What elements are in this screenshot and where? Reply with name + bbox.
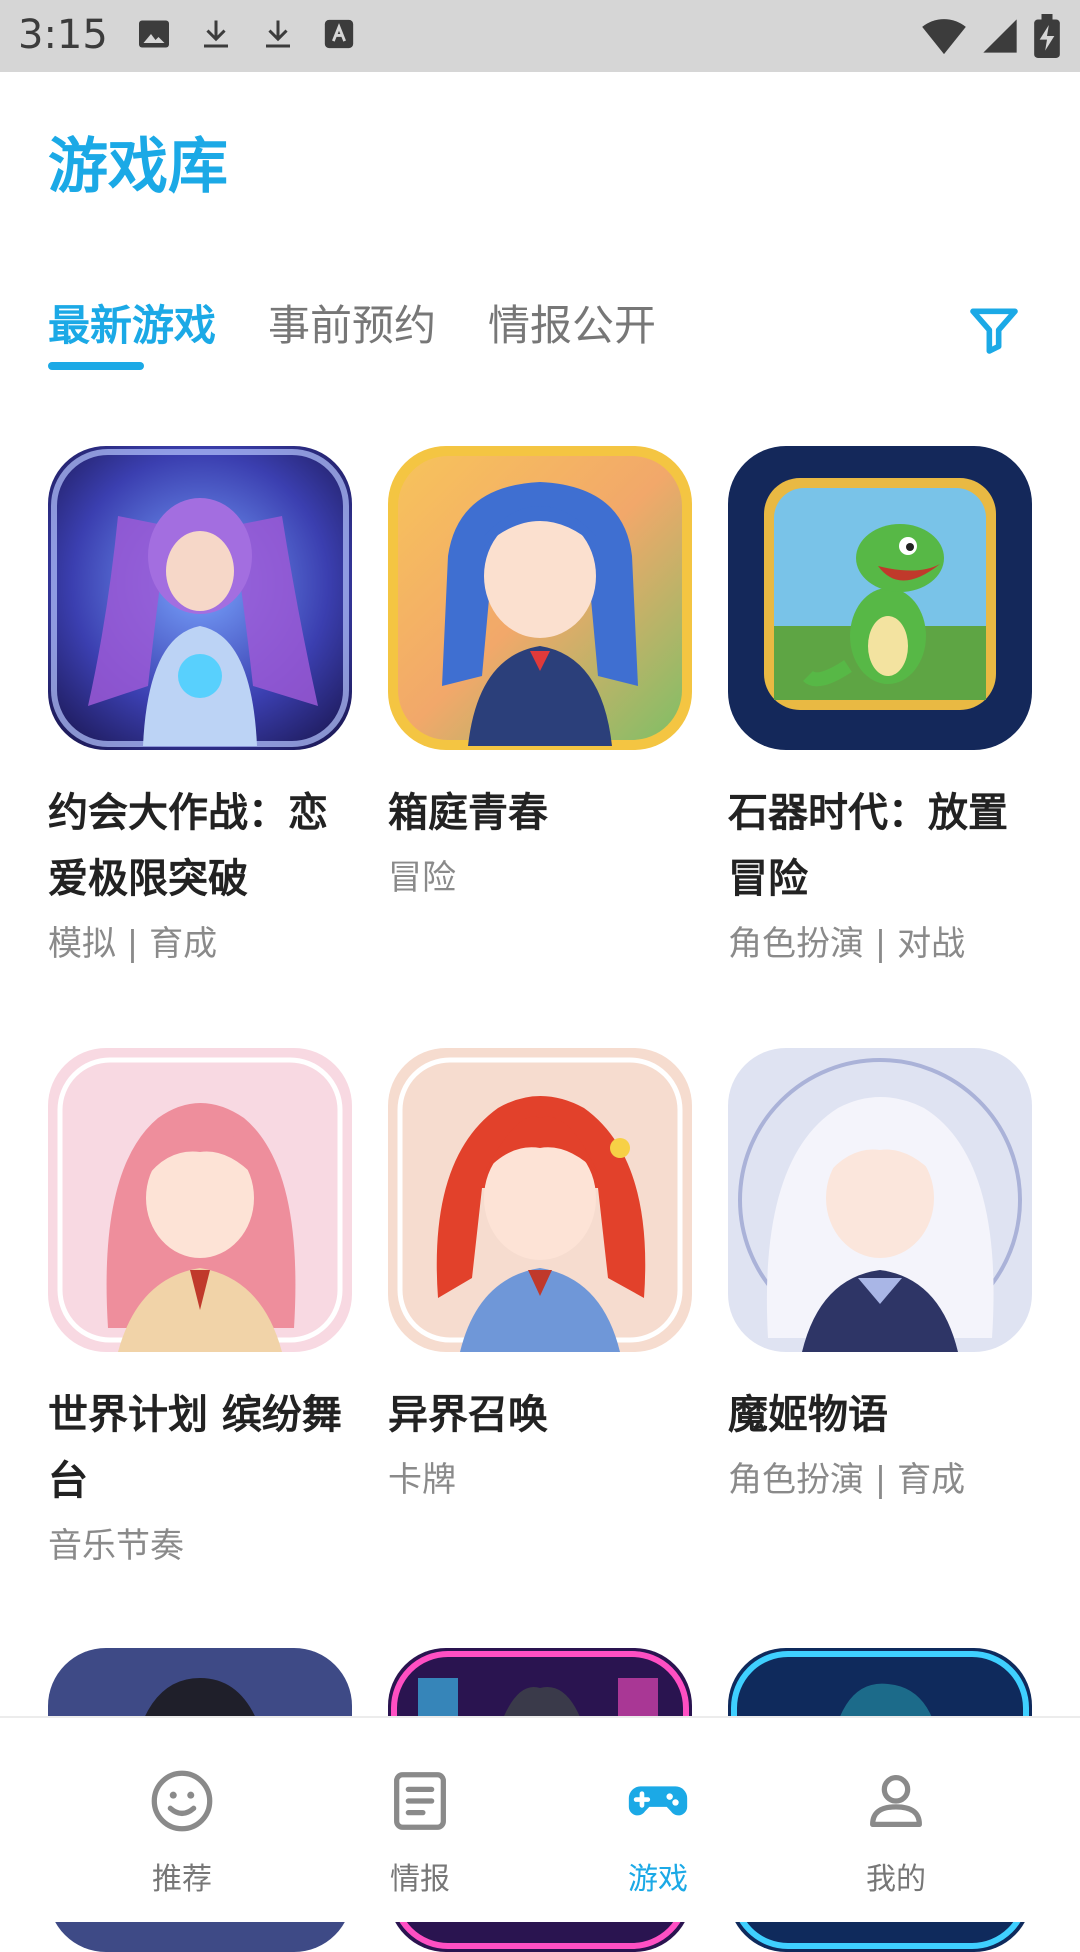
nav-label: 游戏: [628, 1862, 688, 1897]
status-time: 3:15: [18, 12, 108, 58]
image-icon: [139, 20, 169, 48]
news-icon: [394, 1772, 446, 1830]
wifi-icon: [922, 19, 966, 55]
filter-icon: [970, 308, 1018, 354]
notification-icons: [136, 16, 356, 52]
bottom-nav: 推荐 情报 游戏 我的: [0, 1716, 1080, 1922]
nav-label: 推荐: [152, 1862, 212, 1897]
page-title: 游戏库: [48, 132, 228, 202]
game-title: 异界召唤: [388, 1392, 548, 1438]
signal-icon: [983, 19, 1017, 53]
game-tags: 音乐节奏: [48, 1526, 184, 1566]
white-hair-girl-art: [728, 1048, 1032, 1352]
mecha-girl-art: [48, 446, 352, 750]
text-a-icon: [324, 19, 354, 49]
game-title: 石器时代：放置冒险: [728, 790, 1008, 902]
game-card[interactable]: 约会大作战：恋爱极限突破 模拟 | 育成: [48, 446, 352, 972]
game-card[interactable]: 箱庭青春 冒险: [388, 446, 692, 972]
nav-item-me[interactable]: 我的: [796, 1766, 996, 1898]
game-card[interactable]: 石器时代：放置冒险 角色扮演 | 对战: [728, 446, 1032, 972]
game-row: 世界计划 缤纷舞台 音乐节奏 异界召唤 卡牌 魔姬物语 角色扮演 | 育成: [48, 1048, 1032, 1574]
nav-label: 我的: [866, 1862, 926, 1897]
game-card[interactable]: 世界计划 缤纷舞台 音乐节奏: [48, 1048, 352, 1574]
schoolgirl-art: [388, 446, 692, 750]
download-icon: [266, 20, 290, 48]
user-icon: [870, 1775, 922, 1827]
download-icon: [204, 20, 228, 48]
game-title: 箱庭青春: [388, 790, 548, 836]
game-title: 世界计划 缤纷舞台: [48, 1392, 342, 1504]
dinosaur-art: [728, 446, 1032, 750]
tab-bar: 最新游戏 事前预约 情报公开: [48, 292, 656, 370]
nav-item-games[interactable]: 游戏: [558, 1766, 758, 1898]
system-icons: [922, 14, 1060, 58]
game-row: 约会大作战：恋爱极限突破 模拟 | 育成 箱庭青春 冒险 石器时代：放置冒险 角…: [48, 446, 1032, 972]
red-hair-girl-art: [388, 1048, 692, 1352]
game-title: 约会大作战：恋爱极限突破: [48, 790, 328, 902]
game-tags: 角色扮演 | 育成: [728, 1460, 966, 1500]
game-tags: 冒险: [388, 858, 456, 898]
tab-info-release[interactable]: 情报公开: [488, 292, 656, 353]
gamepad-icon: [628, 1786, 688, 1816]
game-card[interactable]: 魔姬物语 角色扮演 | 育成: [728, 1048, 1032, 1574]
game-title: 魔姬物语: [728, 1392, 888, 1438]
game-tags: 模拟 | 育成: [48, 924, 218, 964]
game-tags: 卡牌: [388, 1460, 456, 1500]
battery-charging-icon: [1034, 14, 1060, 58]
nav-label: 情报: [390, 1862, 450, 1897]
smiley-icon: [151, 1770, 213, 1832]
filter-button[interactable]: [966, 302, 1026, 360]
status-bar: 3:15: [0, 0, 1080, 72]
game-card[interactable]: 异界召唤 卡牌: [388, 1048, 692, 1574]
nav-item-recommend[interactable]: 推荐: [82, 1766, 282, 1898]
nav-item-news[interactable]: 情报: [320, 1766, 520, 1898]
game-tags: 角色扮演 | 对战: [728, 924, 966, 964]
pink-hair-girl-art: [48, 1048, 352, 1352]
tab-latest-games[interactable]: 最新游戏: [48, 292, 216, 370]
tab-pre-registration[interactable]: 事前预约: [268, 292, 436, 353]
